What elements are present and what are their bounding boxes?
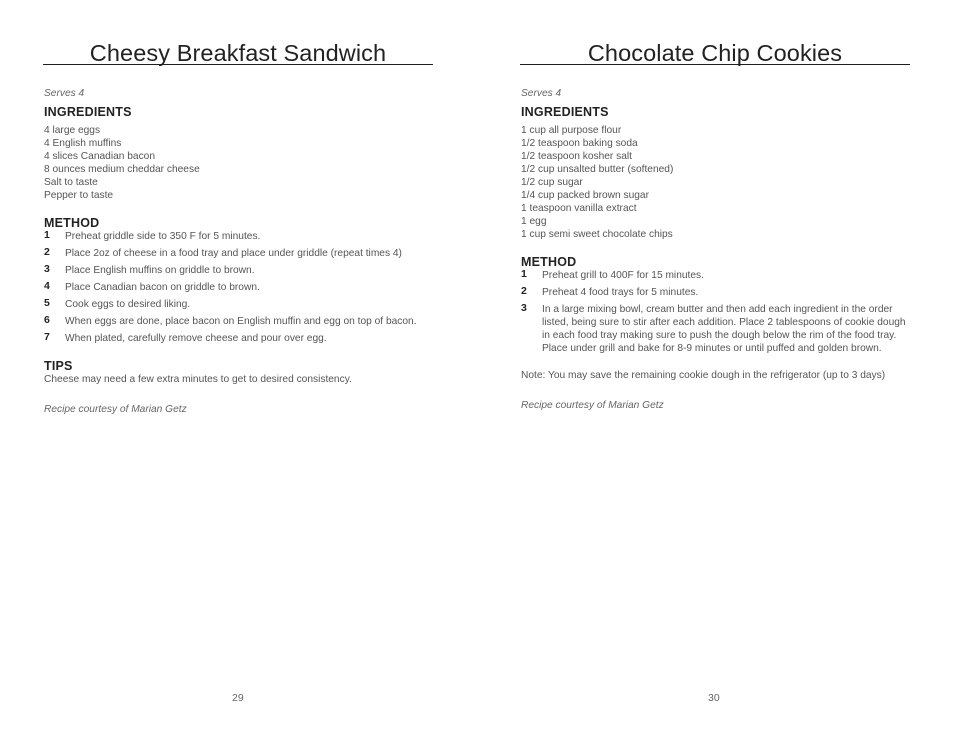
ingredient-item: 8 ounces medium cheddar cheese [44, 164, 200, 175]
step-number: 3 [521, 302, 527, 314]
recipe-content: Serves 4 INGREDIENTS 1 cup all purpose f… [521, 87, 911, 412]
method-step: 5 Cook eggs to desired liking. [44, 297, 434, 311]
method-step: 4 Place Canadian bacon on griddle to brow… [44, 280, 434, 294]
recipe-credit: Recipe courtesy of Marian Getz [44, 404, 187, 415]
ingredient-item: 1 teaspoon vanilla extract [521, 203, 637, 214]
ingredient-item: 1/4 cup packed brown sugar [521, 190, 649, 201]
step-text: Preheat griddle side to 350 F for 5 minu… [65, 231, 261, 242]
ingredient-item: 1/2 cup unsalted butter (softened) [521, 164, 674, 175]
ingredient-item: 4 slices Canadian bacon [44, 151, 156, 162]
recipe-title: Cheesy Breakfast Sandwich [89, 40, 387, 66]
method-steps: 1 Preheat griddle side to 350 F for 5 min… [44, 229, 434, 345]
ingredient-item: 4 large eggs [44, 125, 101, 136]
method-step: 3 In a large mixing bowl, cream butter an… [521, 302, 911, 355]
method-step: 7 When plated, carefully remove cheese an… [44, 331, 434, 345]
method-step: 2 Place 2oz of cheese in a food tray and … [44, 246, 434, 260]
step-number: 6 [44, 314, 50, 326]
ingredients-heading: INGREDIENTS [521, 105, 609, 119]
method-step: 6 When eggs are done, place bacon on Engl… [44, 314, 434, 328]
method-step: 2 Preheat 4 food trays for 5 minutes. [521, 285, 911, 299]
step-number: 3 [44, 263, 50, 275]
ingredient-item: 4 English muffins [44, 138, 122, 149]
method-heading: METHOD [44, 216, 100, 230]
method-step: 1 Preheat griddle side to 350 F for 5 min… [44, 229, 434, 243]
step-number: 2 [44, 246, 50, 258]
step-number: 5 [44, 297, 50, 309]
step-text: Cook eggs to desired liking. [65, 299, 191, 310]
page-number: 29 [232, 692, 244, 704]
page-number: 30 [708, 692, 720, 704]
ingredient-item: 1 cup semi sweet chocolate chips [521, 229, 673, 240]
recipe-content: Serves 4 INGREDIENTS 4 large eggs 4 Engl… [44, 87, 434, 416]
step-number: 4 [44, 280, 50, 292]
ingredient-item: 1/2 teaspoon baking soda [521, 138, 638, 149]
method-step: 1 Preheat grill to 400F for 15 minutes. [521, 268, 911, 282]
tips-text: Cheese may need a few extra minutes to g… [44, 374, 352, 385]
method-step: 3 Place English muffins on griddle to bro… [44, 263, 434, 277]
step-number: 7 [44, 331, 50, 343]
step-text: Preheat 4 food trays for 5 minutes. [542, 287, 699, 298]
ingredient-item: Pepper to taste [44, 190, 114, 201]
step-text: Preheat grill to 400F for 15 minutes. [542, 270, 704, 281]
step-text: In a large mixing bowl, cream butter and… [542, 304, 906, 354]
ingredients-heading: INGREDIENTS [44, 105, 132, 119]
step-text: When eggs are done, place bacon on Engli… [65, 316, 417, 327]
title-rule: Chocolate Chip Cookies [520, 38, 910, 66]
recipe-credit: Recipe courtesy of Marian Getz [521, 400, 664, 411]
storage-note: Note: You may save the remaining cookie … [521, 370, 886, 381]
step-text: Place 2oz of cheese in a food tray and p… [65, 248, 402, 259]
ingredient-item: 1/2 teaspoon kosher salt [521, 151, 633, 162]
ingredients-list: 4 large eggs 4 English muffins 4 slices … [44, 124, 434, 202]
serves-text: Serves 4 [44, 88, 85, 99]
ingredient-item: 1 cup all purpose flour [521, 125, 622, 136]
ingredient-item: Salt to taste [44, 177, 98, 188]
step-text: Place English muffins on griddle to brow… [65, 265, 255, 276]
right-page: Chocolate Chip Cookies Serves 4 INGREDIE… [520, 0, 911, 738]
step-text: Place Canadian bacon on griddle to brown… [65, 282, 260, 293]
step-number: 1 [44, 229, 50, 241]
method-heading: METHOD [521, 255, 577, 269]
step-number: 1 [521, 268, 527, 280]
ingredient-item: 1/2 cup sugar [521, 177, 583, 188]
ingredients-list: 1 cup all purpose flour 1/2 teaspoon bak… [521, 124, 911, 241]
step-text: When plated, carefully remove cheese and… [65, 333, 327, 344]
ingredient-item: 1 egg [521, 216, 547, 227]
title-rule: Cheesy Breakfast Sandwich [43, 38, 433, 66]
tips-heading: TIPS [44, 359, 73, 373]
recipe-title: Chocolate Chip Cookies [587, 40, 843, 66]
step-number: 2 [521, 285, 527, 297]
method-steps: 1 Preheat grill to 400F for 15 minutes. 2… [521, 268, 911, 355]
serves-text: Serves 4 [521, 88, 562, 99]
left-page: Cheesy Breakfast Sandwich Serves 4 INGRE… [43, 0, 434, 738]
